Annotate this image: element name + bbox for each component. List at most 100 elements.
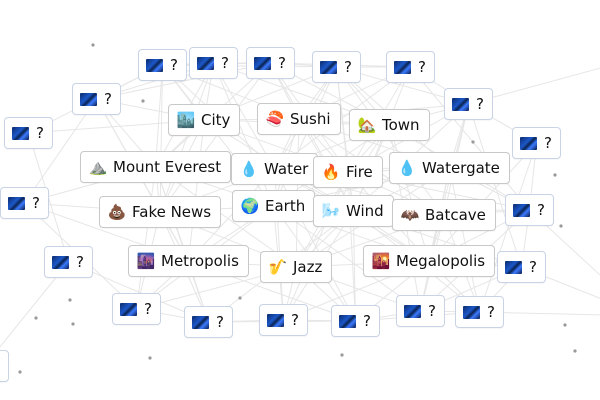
unknown-element-icon: [513, 203, 530, 217]
unknown-element-icon: [339, 314, 356, 328]
element-label: ?: [529, 258, 537, 276]
unknown-element-icon: [8, 196, 25, 210]
element-label: Megalopolis: [396, 252, 486, 270]
unknown-element-icon: [520, 136, 537, 150]
element-label: ?: [221, 54, 229, 72]
element-emoji-icon: 🌆: [136, 251, 156, 270]
unknown-element-icon: [452, 97, 469, 111]
element-label: ?: [216, 313, 224, 331]
element-emoji-icon: 💧: [239, 159, 259, 178]
element-unknown-33[interactable]: ?: [0, 350, 9, 382]
element-label: Batcave: [425, 206, 486, 224]
background-dot: [238, 296, 242, 300]
element-fake-news[interactable]: 💩 Fake News: [99, 196, 222, 228]
element-label: ?: [144, 300, 152, 318]
infinite-craft-canvas[interactable]: 🏙️ City 🍣 Sushi 🏡 Town ⛰️ Mount Everest 💧 Water 🔥 F…: [0, 0, 600, 400]
element-metropolis[interactable]: 🌆 Metropolis: [128, 245, 249, 277]
element-unknown-29[interactable]: ?: [259, 304, 308, 336]
element-water[interactable]: 💧 Water: [231, 153, 319, 185]
element-label: ?: [487, 303, 495, 321]
background-dot: [563, 323, 567, 327]
element-megalopolis[interactable]: 🌇 Megalopolis: [363, 245, 496, 277]
element-earth[interactable]: 🌍 Earth: [232, 190, 316, 222]
element-label: City: [201, 111, 231, 129]
element-label: Wind: [346, 202, 384, 220]
element-unknown-14[interactable]: ?: [138, 49, 187, 81]
unknown-element-icon: [80, 92, 97, 106]
element-label: Watergate: [422, 159, 500, 177]
element-unknown-24[interactable]: ?: [505, 194, 554, 226]
element-label: Sushi: [290, 110, 331, 128]
element-label: ?: [278, 54, 286, 72]
element-unknown-25[interactable]: ?: [44, 246, 93, 278]
unknown-element-icon: [192, 315, 209, 329]
element-unknown-19[interactable]: ?: [72, 83, 121, 115]
unknown-element-icon: [197, 56, 214, 70]
unknown-element-icon: [254, 56, 271, 70]
element-unknown-30[interactable]: ?: [331, 305, 380, 337]
element-wind[interactable]: 🌬️ Wind: [313, 195, 394, 227]
element-label: ?: [418, 58, 426, 76]
element-emoji-icon: 🌬️: [321, 201, 341, 220]
background-dot: [573, 349, 577, 353]
background-dot: [34, 316, 38, 320]
element-label: ?: [428, 302, 436, 320]
element-unknown-17[interactable]: ?: [312, 51, 361, 83]
element-label: ?: [32, 194, 40, 212]
unknown-element-icon: [146, 58, 163, 72]
background-dot: [141, 99, 145, 103]
element-jazz[interactable]: 🎷 Jazz: [260, 251, 333, 283]
element-town[interactable]: 🏡 Town: [349, 109, 430, 141]
background-dot: [471, 140, 475, 144]
element-emoji-icon: 💧: [397, 158, 417, 177]
unknown-element-icon: [404, 304, 421, 318]
element-label: Fire: [346, 163, 373, 181]
element-unknown-28[interactable]: ?: [184, 306, 233, 338]
element-fire[interactable]: 🔥 Fire: [313, 156, 383, 188]
element-emoji-icon: 🏙️: [176, 110, 196, 129]
element-sushi[interactable]: 🍣 Sushi: [257, 103, 341, 135]
element-unknown-22[interactable]: ?: [512, 127, 561, 159]
element-label: Jazz: [293, 258, 323, 276]
element-unknown-27[interactable]: ?: [112, 293, 161, 325]
element-emoji-icon: 🌍: [240, 196, 260, 215]
element-label: ?: [104, 90, 112, 108]
element-label: Earth: [265, 197, 306, 215]
element-emoji-icon: 🎷: [268, 257, 288, 276]
element-unknown-18[interactable]: ?: [386, 51, 435, 83]
element-batcave[interactable]: 🦇 Batcave: [392, 199, 496, 231]
element-unknown-16[interactable]: ?: [246, 47, 295, 79]
background-dot: [91, 43, 95, 47]
element-emoji-icon: 🌇: [371, 251, 391, 270]
element-unknown-23[interactable]: ?: [0, 187, 49, 219]
background-dot: [68, 298, 72, 302]
element-unknown-20[interactable]: ?: [444, 88, 493, 120]
element-label: Town: [382, 116, 420, 134]
element-unknown-21[interactable]: ?: [4, 117, 53, 149]
unknown-element-icon: [12, 126, 29, 140]
background-dot: [71, 322, 75, 326]
element-label: ?: [76, 253, 84, 271]
element-emoji-icon: 🏡: [357, 115, 377, 134]
element-watergate[interactable]: 💧 Watergate: [389, 152, 510, 184]
element-emoji-icon: ⛰️: [88, 157, 108, 176]
unknown-element-icon: [52, 255, 69, 269]
background-dot: [553, 173, 557, 177]
element-emoji-icon: 🦇: [400, 205, 420, 224]
element-mount-everest[interactable]: ⛰️ Mount Everest: [80, 151, 232, 183]
element-city[interactable]: 🏙️ City: [168, 104, 241, 136]
element-label: ?: [170, 56, 178, 74]
element-label: ?: [476, 95, 484, 113]
background-dot: [148, 356, 152, 360]
element-unknown-31[interactable]: ?: [396, 295, 445, 327]
unknown-element-icon: [267, 313, 284, 327]
unknown-element-icon: [505, 260, 522, 274]
element-unknown-32[interactable]: ?: [455, 296, 504, 328]
background-dot: [340, 353, 344, 357]
element-unknown-15[interactable]: ?: [189, 47, 238, 79]
element-label: Fake News: [132, 203, 212, 221]
element-unknown-26[interactable]: ?: [497, 251, 546, 283]
background-dot: [18, 370, 22, 374]
element-label: ?: [291, 311, 299, 329]
element-label: Metropolis: [161, 252, 239, 270]
